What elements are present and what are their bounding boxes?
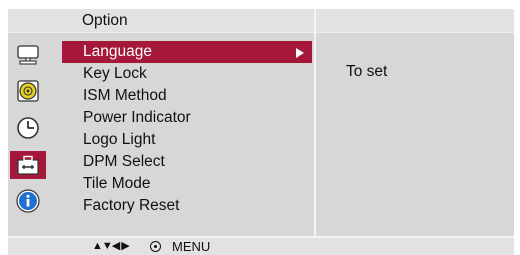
sidebar-item-sound[interactable] xyxy=(10,77,46,105)
menu-key-label: MENU xyxy=(172,239,211,254)
description-text: To set xyxy=(346,63,388,80)
menu-item-key-lock[interactable]: Key Lock xyxy=(62,63,312,85)
option-menu-list: Language Key Lock ISM Method Power Indic… xyxy=(62,41,312,217)
menu-item-ism-method[interactable]: ISM Method xyxy=(62,85,312,107)
menu-item-label: ISM Method xyxy=(83,87,167,104)
clock-icon xyxy=(17,117,39,139)
info-icon xyxy=(16,189,40,213)
menu-item-label: Logo Light xyxy=(83,131,156,148)
menu-item-power-indicator[interactable]: Power Indicator xyxy=(62,107,312,129)
menu-title: Option xyxy=(82,12,128,29)
menu-item-dpm-select[interactable]: DPM Select xyxy=(62,151,312,173)
menu-item-tile-mode[interactable]: Tile Mode xyxy=(62,173,312,195)
sidebar-item-picture[interactable] xyxy=(10,41,46,69)
sidebar-item-time[interactable] xyxy=(10,114,46,142)
navigation-arrows-icon: ▲▼◀ ▶ xyxy=(92,240,130,252)
menu-header: Option xyxy=(8,9,514,33)
submenu-arrow-icon xyxy=(296,48,304,58)
menu-item-language[interactable]: Language xyxy=(62,41,312,63)
panel-divider xyxy=(314,9,316,255)
menu-item-label: Factory Reset xyxy=(83,197,180,214)
menu-item-logo-light[interactable]: Logo Light xyxy=(62,129,312,151)
menu-item-label: DPM Select xyxy=(83,153,165,170)
sidebar-item-information[interactable] xyxy=(10,187,46,215)
menu-item-label: Language xyxy=(83,43,152,60)
menu-item-label: Power Indicator xyxy=(83,109,191,126)
menu-item-label: Tile Mode xyxy=(83,175,151,192)
menu-item-label: Key Lock xyxy=(83,65,147,82)
category-sidebar xyxy=(8,33,52,239)
toolbox-icon xyxy=(17,155,39,175)
sound-icon xyxy=(17,80,39,102)
footer-nav-bar: ▲▼◀ ▶ MENU xyxy=(8,236,514,255)
ok-button-icon xyxy=(150,241,161,252)
sidebar-item-option[interactable] xyxy=(10,151,46,179)
menu-item-factory-reset[interactable]: Factory Reset xyxy=(62,195,312,217)
osd-menu-window: Option Language Key Lock ISM Method Powe… xyxy=(8,9,514,255)
monitor-icon xyxy=(17,45,39,65)
